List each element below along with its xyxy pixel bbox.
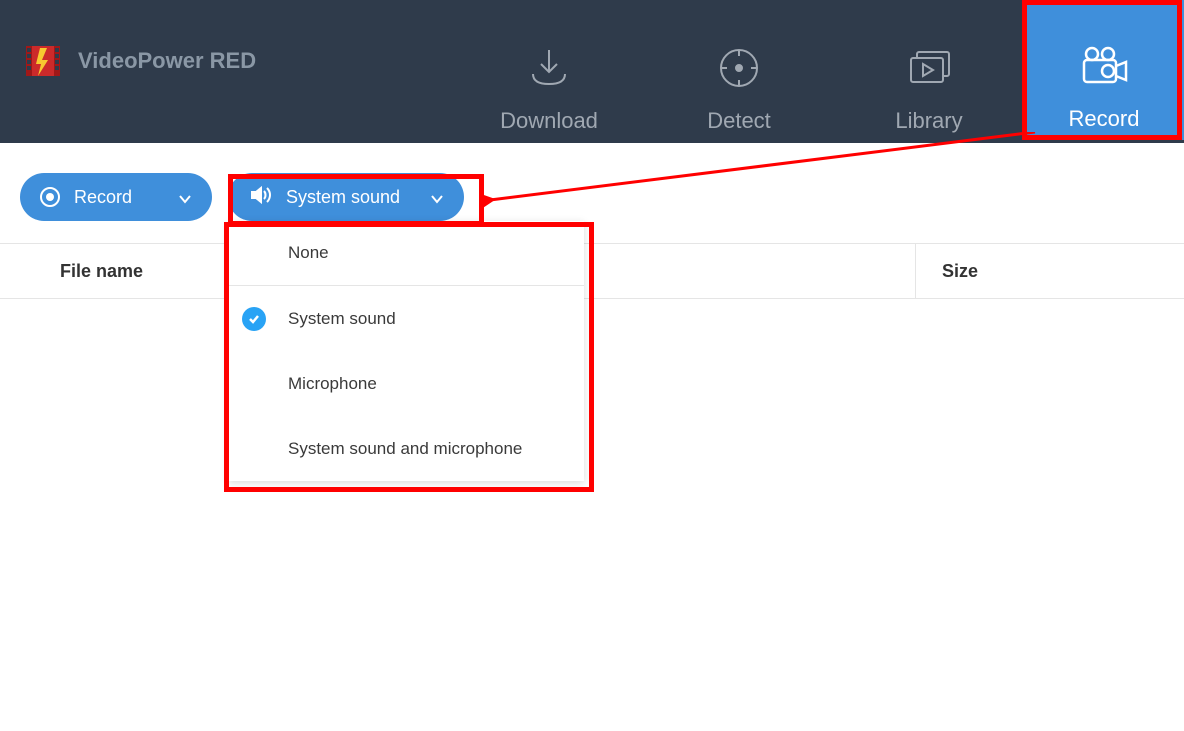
nav-tab-record[interactable]: Record [1024,0,1184,140]
nav-tab-label: Library [895,108,962,134]
speaker-icon [248,183,272,212]
nav-tab-label: Download [500,108,598,134]
library-icon [901,40,957,96]
record-dot-icon [40,187,60,207]
nav-tab-label: Detect [707,108,771,134]
app-logo-icon [22,40,64,82]
download-icon [521,40,577,96]
record-button-label: Record [74,187,132,208]
dropdown-item-none[interactable]: None [228,221,584,286]
dropdown-item-label: None [288,243,329,263]
dropdown-item-microphone[interactable]: Microphone [228,351,584,416]
detect-icon [711,40,767,96]
column-header-size: Size [916,261,978,282]
toolbar: Record System sound None [0,143,1184,243]
dropdown-item-label: Microphone [288,374,377,394]
dropdown-item-system-and-mic[interactable]: System sound and microphone [228,416,584,481]
app-header: VideoPower RED Download [0,0,1184,143]
sound-button-label: System sound [286,187,400,208]
checkmark-icon [242,307,266,331]
chevron-down-icon [178,190,192,204]
app-title: VideoPower RED [78,48,256,74]
dropdown-item-label: System sound [288,309,396,329]
nav-tab-library[interactable]: Library [834,30,1024,143]
table-header: File name Size [0,243,1184,299]
record-camera-icon [1076,38,1132,94]
record-button[interactable]: Record [20,173,212,221]
dropdown-item-label: System sound and microphone [288,439,522,459]
nav-tab-download[interactable]: Download [454,30,644,143]
nav-tab-detect[interactable]: Detect [644,30,834,143]
dropdown-item-system-sound[interactable]: System sound [228,286,584,351]
chevron-down-icon [430,190,444,204]
nav-tab-label: Record [1069,106,1140,132]
sound-dropdown-menu: None System sound Microphone System soun… [228,221,584,481]
nav-tabs: Download Detect [454,0,1184,143]
logo-area: VideoPower RED [0,40,256,82]
sound-source-button[interactable]: System sound [228,173,464,221]
